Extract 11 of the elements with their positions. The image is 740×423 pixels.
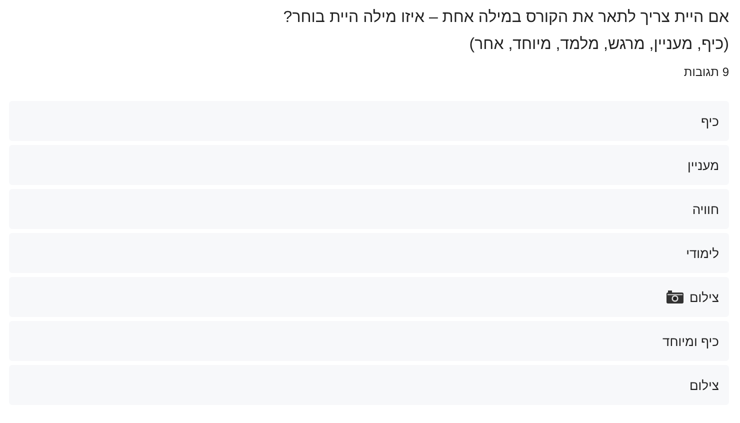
- response-text: מעניין: [687, 158, 719, 172]
- response-text: כיף ומיוחד: [662, 334, 719, 348]
- question-options-text: (כיף, מעניין, מרגש, מלמד, מיוחד, אחר): [468, 35, 729, 55]
- camera-icon: [666, 290, 684, 304]
- response-text: צילום: [689, 290, 719, 304]
- question-text: אם היית צריך לתאר את הקורס במילה אחת – איזו מילה היית בוחר?: [282, 8, 729, 28]
- response-text: צילום: [689, 378, 719, 392]
- response-text: כיף: [700, 114, 719, 128]
- response-text: לימודי: [686, 246, 719, 260]
- response-count: 9 תגובות: [682, 65, 729, 79]
- response-text: חוויה: [692, 202, 719, 216]
